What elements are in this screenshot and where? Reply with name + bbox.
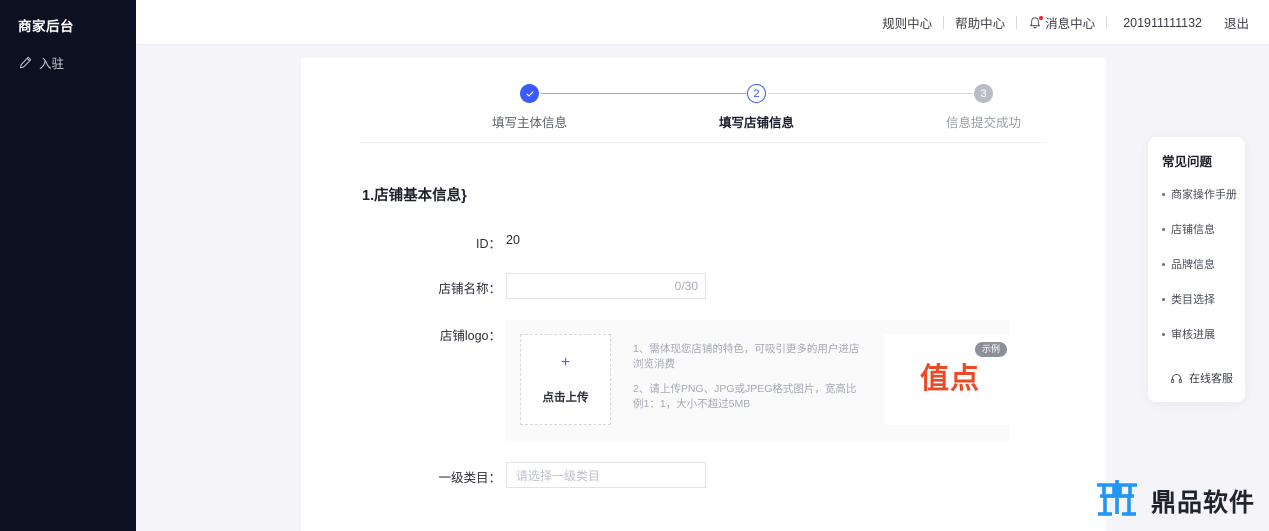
faq-item-manual[interactable]: 商家操作手册 — [1162, 186, 1245, 202]
faq-item-label: 审核进展 — [1171, 329, 1215, 341]
logo-upload-tips: 1、需体现您店铺的特色，可吸引更多的用户进店浏览消费 2、请上传PNG、JPG或… — [633, 334, 865, 422]
sidebar-menu: 入驻 — [0, 50, 136, 74]
watermark-text: 鼎品软件 — [1150, 488, 1255, 517]
logo-sample-image: 值点 示例 — [885, 334, 1015, 425]
plus-icon: + — [560, 353, 571, 371]
faq-panel: 常见问题 商家操作手册 店铺信息 品牌信息 类目选择 审核进展 在线客服 — [1148, 137, 1245, 402]
stepper-step-2-label: 填写店铺信息 — [718, 116, 794, 130]
header: 规则中心 帮助中心 消息中心 201911111132 退出 — [136, 0, 1269, 45]
sample-logo-text: 值点 — [919, 363, 980, 395]
category-select[interactable]: 请选择一级类目 — [506, 462, 706, 488]
stepper-step-1[interactable]: 填写主体信息 — [450, 84, 610, 131]
logo-tip-1: 1、需体现您店铺的特色，可吸引更多的用户进店浏览消费 — [633, 343, 860, 370]
main-content-card: 填写主体信息 2 填写店铺信息 3 信息提交成功 1.店铺基本信息} ID： 2… — [301, 58, 1106, 531]
nav-message-center-label: 消息中心 — [1045, 17, 1096, 31]
sample-badge: 示例 — [974, 342, 1007, 357]
bullet-icon — [1162, 192, 1165, 196]
section-divider — [360, 142, 1046, 143]
bell-icon — [1028, 15, 1044, 30]
sidebar-title: 商家后台 — [18, 19, 74, 34]
form-row-shop-logo: 店铺logo： + 点击上传 1、需体现您店铺的特色，可吸引更多的用户进店浏览消… — [301, 320, 1106, 441]
section-title: 1.店铺基本信息} — [362, 188, 467, 204]
dingpin-logo-icon — [1093, 476, 1141, 525]
stepper-step-2-circle: 2 — [747, 84, 766, 103]
stepper-step-3-circle: 3 — [974, 84, 993, 103]
nav-message-center[interactable]: 消息中心 — [1017, 13, 1106, 32]
logo-upload-button[interactable]: + 点击上传 — [520, 334, 611, 425]
id-value: 20 — [506, 233, 520, 247]
stepper-step-1-label: 填写主体信息 — [491, 116, 567, 130]
category-label: 一级类目： — [438, 471, 501, 485]
stepper-step-2[interactable]: 2 填写店铺信息 — [677, 84, 837, 131]
logo-tip-2: 2、请上传PNG、JPG或JPEG格式图片，宽高比例1：1，大小不超过5MB — [633, 383, 857, 410]
shop-name-counter: 0/30 — [674, 279, 698, 293]
stepper-step-3-label: 信息提交成功 — [945, 116, 1021, 130]
faq-item-shop-info[interactable]: 店铺信息 — [1162, 221, 1245, 237]
nav-help-center[interactable]: 帮助中心 — [944, 13, 1016, 32]
sidebar: 商家后台 入驻 — [0, 0, 136, 531]
logo-upload-panel: + 点击上传 1、需体现您店铺的特色，可吸引更多的用户进店浏览消费 2、请上传P… — [506, 320, 1015, 441]
stepper-connector-2 — [767, 93, 973, 94]
faq-item-label: 商家操作手册 — [1171, 189, 1237, 201]
stepper-step-3[interactable]: 3 信息提交成功 — [904, 84, 1064, 131]
category-placeholder: 请选择一级类目 — [516, 468, 601, 483]
bullet-icon — [1162, 332, 1165, 336]
bullet-icon — [1162, 227, 1165, 231]
stepper-step-1-circle — [520, 84, 539, 103]
form-row-category: 一级类目： 请选择一级类目 — [301, 462, 1106, 488]
stepper-connector-1 — [540, 93, 746, 94]
header-nav: 规则中心 帮助中心 消息中心 201911111132 退出 — [871, 0, 1257, 45]
header-user-id: 201911111132 — [1123, 15, 1202, 30]
watermark: 鼎品软件 — [1093, 476, 1255, 525]
shop-logo-label: 店铺logo： — [439, 329, 501, 343]
faq-item-brand-info[interactable]: 品牌信息 — [1162, 256, 1245, 272]
online-service-label: 在线客服 — [1189, 373, 1233, 385]
faq-item-label: 品牌信息 — [1171, 259, 1215, 271]
faq-item-category-select[interactable]: 类目选择 — [1162, 291, 1245, 307]
faq-title: 常见问题 — [1162, 155, 1213, 169]
logo-upload-label: 点击上传 — [542, 391, 589, 404]
faq-item-review-progress[interactable]: 审核进展 — [1162, 326, 1245, 342]
bullet-icon — [1162, 262, 1165, 266]
faq-item-label: 店铺信息 — [1171, 224, 1215, 236]
faq-item-label: 类目选择 — [1171, 294, 1215, 306]
shop-info-form: ID： 20 店铺名称： 0/30 店铺logo： + 点击上传 1、需体现您店… — [301, 228, 1106, 509]
sidebar-item-settlement[interactable]: 入驻 — [0, 50, 136, 74]
progress-stepper: 填写主体信息 2 填写店铺信息 3 信息提交成功 — [354, 58, 1054, 136]
bullet-icon — [1162, 297, 1165, 301]
id-label: ID： — [475, 237, 501, 251]
shop-name-label: 店铺名称： — [438, 282, 501, 296]
form-row-shop-name: 店铺名称： 0/30 — [301, 273, 1106, 299]
headset-icon — [1170, 372, 1183, 385]
online-service-button[interactable]: 在线客服 — [1170, 370, 1233, 386]
form-row-id: ID： 20 — [301, 228, 1106, 252]
pen-icon — [18, 55, 32, 69]
shop-name-input[interactable]: 0/30 — [506, 273, 706, 299]
notification-badge-dot — [1039, 15, 1044, 20]
nav-rules-center[interactable]: 规则中心 — [871, 13, 943, 32]
logout-button[interactable]: 退出 — [1224, 13, 1257, 32]
sidebar-item-label: 入驻 — [39, 56, 65, 71]
